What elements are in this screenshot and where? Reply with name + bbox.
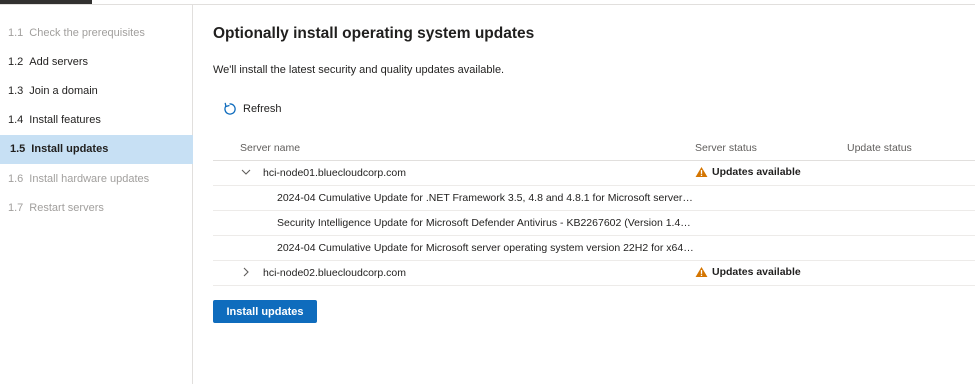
refresh-button[interactable]: Refresh	[223, 101, 282, 117]
step-label: Join a domain	[29, 85, 98, 97]
step-add-servers[interactable]: 1.2 Add servers	[0, 48, 193, 77]
step-label: Check the prerequisites	[29, 27, 145, 39]
step-label: Restart servers	[29, 202, 104, 214]
main-content: Optionally install operating system upda…	[213, 0, 975, 384]
warning-icon	[695, 166, 708, 178]
step-check-prerequisites[interactable]: 1.1 Check the prerequisites	[0, 19, 193, 48]
table-header: Server name Server status Update status	[213, 137, 975, 161]
column-header-update-status[interactable]: Update status	[847, 142, 912, 154]
column-header-server-status[interactable]: Server status	[695, 142, 757, 154]
step-number: 1.3	[8, 85, 24, 97]
step-install-features[interactable]: 1.4 Install features	[0, 106, 193, 135]
server-row[interactable]: hci-node02.bluecloudcorp.com Updates ava…	[213, 261, 975, 286]
step-install-hardware-updates[interactable]: 1.6 Install hardware updates	[0, 165, 193, 194]
updates-table: Server name Server status Update status …	[213, 137, 975, 286]
top-progress-active-segment	[0, 0, 92, 4]
update-row[interactable]: Security Intelligence Update for Microso…	[213, 211, 975, 236]
update-name: Security Intelligence Update for Microso…	[277, 217, 695, 229]
refresh-icon	[224, 102, 236, 115]
server-status-text: Updates available	[712, 166, 801, 178]
update-row[interactable]: 2024-04 Cumulative Update for Microsoft …	[213, 236, 975, 261]
server-row[interactable]: hci-node01.bluecloudcorp.com Updates ava…	[213, 161, 975, 186]
install-updates-button[interactable]: Install updates	[213, 300, 317, 323]
update-name: 2024-04 Cumulative Update for Microsoft …	[277, 242, 695, 254]
update-row[interactable]: 2024-04 Cumulative Update for .NET Frame…	[213, 186, 975, 211]
server-status: Updates available	[695, 266, 801, 278]
column-header-server-name[interactable]: Server name	[240, 142, 300, 154]
step-install-updates[interactable]: 1.5 Install updates	[0, 135, 193, 164]
server-status: Updates available	[695, 166, 801, 178]
step-number: 1.5	[10, 143, 26, 155]
step-label: Add servers	[29, 56, 88, 68]
server-name: hci-node02.bluecloudcorp.com	[263, 267, 407, 279]
step-number: 1.4	[8, 114, 24, 126]
step-number: 1.2	[8, 56, 24, 68]
step-label: Install hardware updates	[29, 173, 150, 185]
step-label: Install updates	[31, 143, 109, 155]
step-join-domain[interactable]: 1.3 Join a domain	[0, 77, 193, 106]
step-number: 1.7	[8, 202, 24, 214]
step-restart-servers[interactable]: 1.7 Restart servers	[0, 194, 193, 223]
server-name: hci-node01.bluecloudcorp.com	[263, 167, 407, 179]
step-number: 1.6	[8, 173, 24, 185]
update-name: 2024-04 Cumulative Update for .NET Frame…	[277, 192, 695, 204]
refresh-label: Refresh	[243, 103, 282, 115]
wizard-steps-sidebar: 1.1 Check the prerequisites 1.2 Add server…	[0, 5, 193, 384]
chevron-down-icon[interactable]	[240, 166, 252, 178]
step-label: Install features	[29, 114, 101, 126]
step-number: 1.1	[8, 27, 24, 39]
warning-icon	[695, 266, 708, 278]
page-description: We'll install the latest security and qu…	[213, 64, 505, 76]
chevron-right-icon[interactable]	[240, 266, 252, 278]
page-title: Optionally install operating system upda…	[213, 25, 535, 42]
server-status-text: Updates available	[712, 266, 801, 278]
